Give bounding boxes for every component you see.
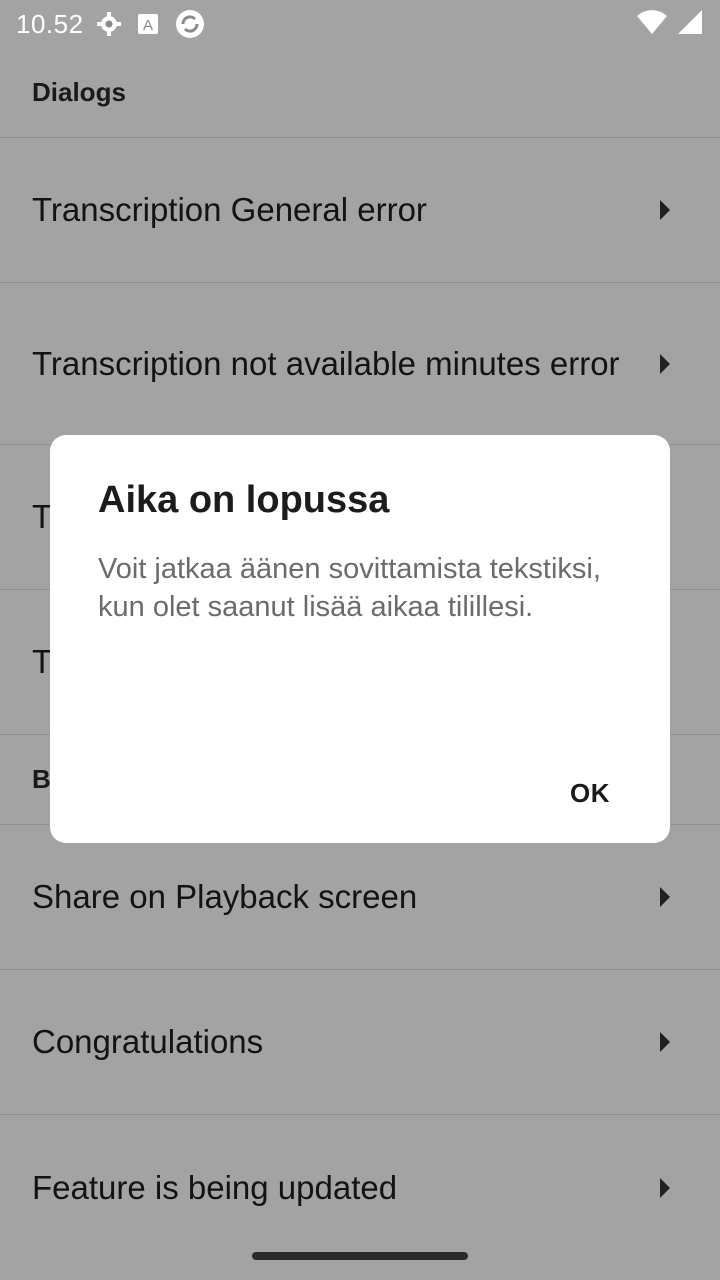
- status-bar: 10.52 A: [0, 0, 720, 48]
- a-icon: A: [136, 12, 160, 36]
- dialog-message: Voit jatkaa äänen sovittamista tekstiksi…: [98, 553, 601, 623]
- alert-dialog: Aika on lopussa Voit jatkaa äänen sovitt…: [50, 435, 670, 843]
- sync-icon: [174, 8, 206, 40]
- wifi-icon: [636, 8, 668, 41]
- home-gesture-handle[interactable]: [252, 1252, 468, 1260]
- gear-icon: [96, 11, 122, 37]
- cellular-signal-icon: [676, 8, 704, 41]
- ok-button[interactable]: OK: [570, 778, 610, 809]
- status-time: 10.52: [16, 8, 84, 39]
- dialog-title: Aika on lopussa: [98, 479, 390, 521]
- svg-text:A: A: [143, 17, 153, 34]
